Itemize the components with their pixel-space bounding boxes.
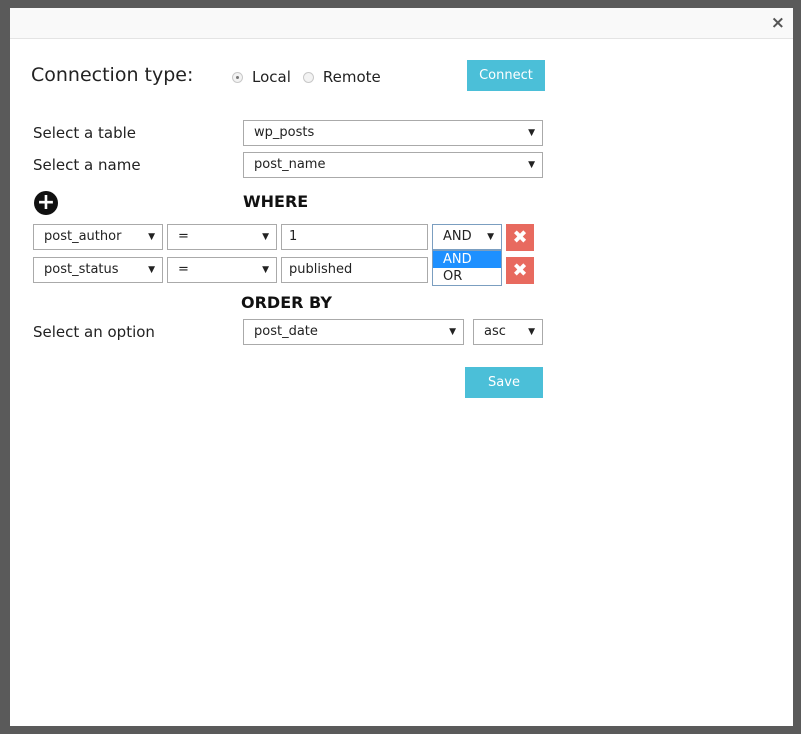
select-name-label: Select a name (33, 156, 141, 174)
connection-type-label: Connection type: (31, 64, 194, 86)
where-operator-select[interactable]: = ▼ (167, 257, 277, 283)
chevron-down-icon: ▼ (262, 265, 269, 275)
remote-radio[interactable] (302, 71, 314, 83)
chevron-down-icon: ▼ (528, 160, 535, 170)
order-field-select[interactable]: post_date ▼ (243, 319, 464, 345)
remote-radio-label[interactable]: Remote (323, 68, 381, 86)
conjunction-select-value: AND (443, 229, 472, 244)
chevron-down-icon: ▼ (487, 232, 494, 242)
table-select-value: wp_posts (254, 125, 315, 140)
conjunction-dropdown-list: AND OR (432, 250, 502, 286)
close-icon[interactable]: × (771, 14, 785, 32)
where-heading: WHERE (243, 192, 309, 211)
where-field-select[interactable]: post_status ▼ (33, 257, 163, 283)
where-operator-value: = (178, 229, 189, 244)
chevron-down-icon: ▼ (528, 128, 535, 138)
conjunction-select[interactable]: AND ▼ (432, 224, 502, 250)
where-value-input[interactable]: 1 (281, 224, 428, 250)
connect-button[interactable]: Connect (467, 60, 545, 91)
connection-type-radio-group: Local Remote (232, 68, 381, 86)
where-operator-select[interactable]: = ▼ (167, 224, 277, 250)
chevron-down-icon: ▼ (262, 232, 269, 242)
chevron-down-icon: ▼ (148, 265, 155, 275)
name-select[interactable]: post_name ▼ (243, 152, 543, 178)
local-radio[interactable] (232, 71, 243, 83)
chevron-down-icon: ▼ (449, 327, 456, 337)
select-table-label: Select a table (33, 124, 136, 142)
remove-condition-button[interactable]: ✖ (506, 224, 534, 251)
local-radio-label[interactable]: Local (252, 68, 291, 86)
order-by-heading: ORDER BY (241, 293, 332, 312)
where-field-select[interactable]: post_author ▼ (33, 224, 163, 250)
select-option-label: Select an option (33, 323, 155, 341)
dialog-header: × (10, 8, 793, 39)
table-select[interactable]: wp_posts ▼ (243, 120, 543, 146)
where-field-value: post_author (44, 229, 122, 244)
order-field-value: post_date (254, 324, 318, 339)
save-button[interactable]: Save (465, 367, 543, 398)
dropdown-option-and[interactable]: AND (433, 251, 501, 268)
dropdown-option-or[interactable]: OR (433, 268, 501, 285)
order-direction-value: asc (484, 324, 506, 339)
add-condition-icon[interactable]: + (34, 191, 58, 215)
where-field-value: post_status (44, 262, 119, 277)
where-value-input[interactable]: published (281, 257, 428, 283)
remove-condition-button[interactable]: ✖ (506, 257, 534, 284)
order-direction-select[interactable]: asc ▼ (473, 319, 543, 345)
chevron-down-icon: ▼ (148, 232, 155, 242)
chevron-down-icon: ▼ (528, 327, 535, 337)
connection-dialog: × Connection type: Local Remote Connect … (10, 8, 793, 726)
where-operator-value: = (178, 262, 189, 277)
name-select-value: post_name (254, 157, 326, 172)
